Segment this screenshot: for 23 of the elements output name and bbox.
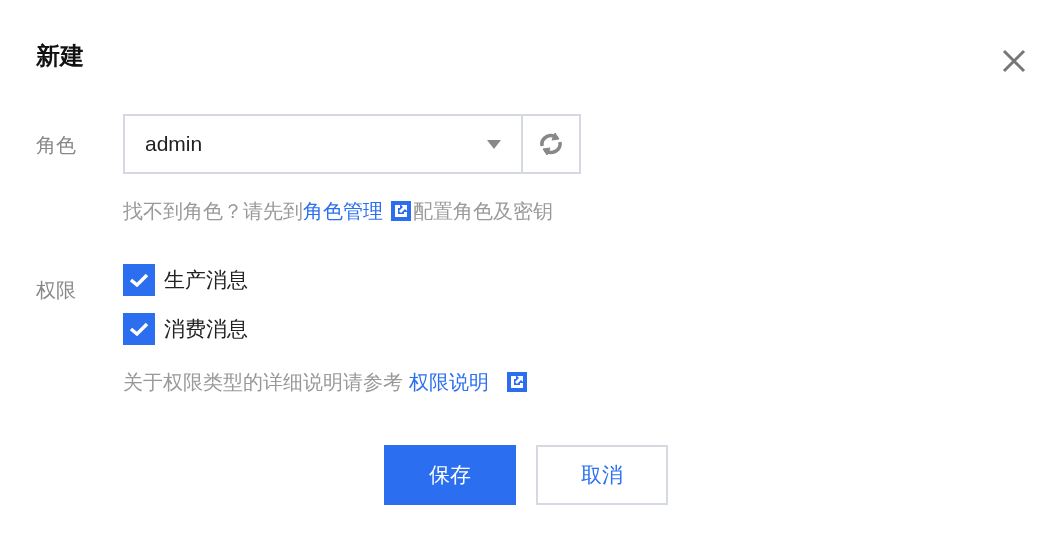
permission-checkbox[interactable]: 消费消息 [123, 313, 527, 345]
external-link-icon [391, 201, 411, 221]
close-icon [1002, 49, 1026, 73]
refresh-icon [538, 130, 564, 158]
external-link-icon [507, 372, 527, 392]
cancel-button[interactable]: 取消 [536, 445, 668, 505]
help-link[interactable]: 角色管理 [303, 196, 383, 226]
caret-icon [487, 139, 501, 149]
hint-text: 关于权限类型的详细说明请参考 权限说明 [123, 367, 527, 397]
field-label: 权限 [36, 278, 77, 303]
permission-checkbox[interactable]: 生产消息 [123, 264, 527, 296]
help-link[interactable]: 权限说明 [409, 367, 489, 397]
save-button[interactable]: 保存 [384, 445, 516, 505]
refresh-button[interactable] [523, 114, 581, 174]
check-icon [129, 321, 149, 337]
check-icon [129, 272, 149, 288]
close-button[interactable] [1002, 49, 1026, 73]
hint-text: 找不到角色？请先到角色管理 配置角色及密钥 [123, 196, 581, 226]
checkbox[interactable] [123, 264, 155, 296]
field-label: 角色 [36, 133, 77, 158]
role-select[interactable]: admin [123, 114, 523, 174]
dialog-title: 新建 [36, 41, 84, 71]
checkbox[interactable] [123, 313, 155, 345]
